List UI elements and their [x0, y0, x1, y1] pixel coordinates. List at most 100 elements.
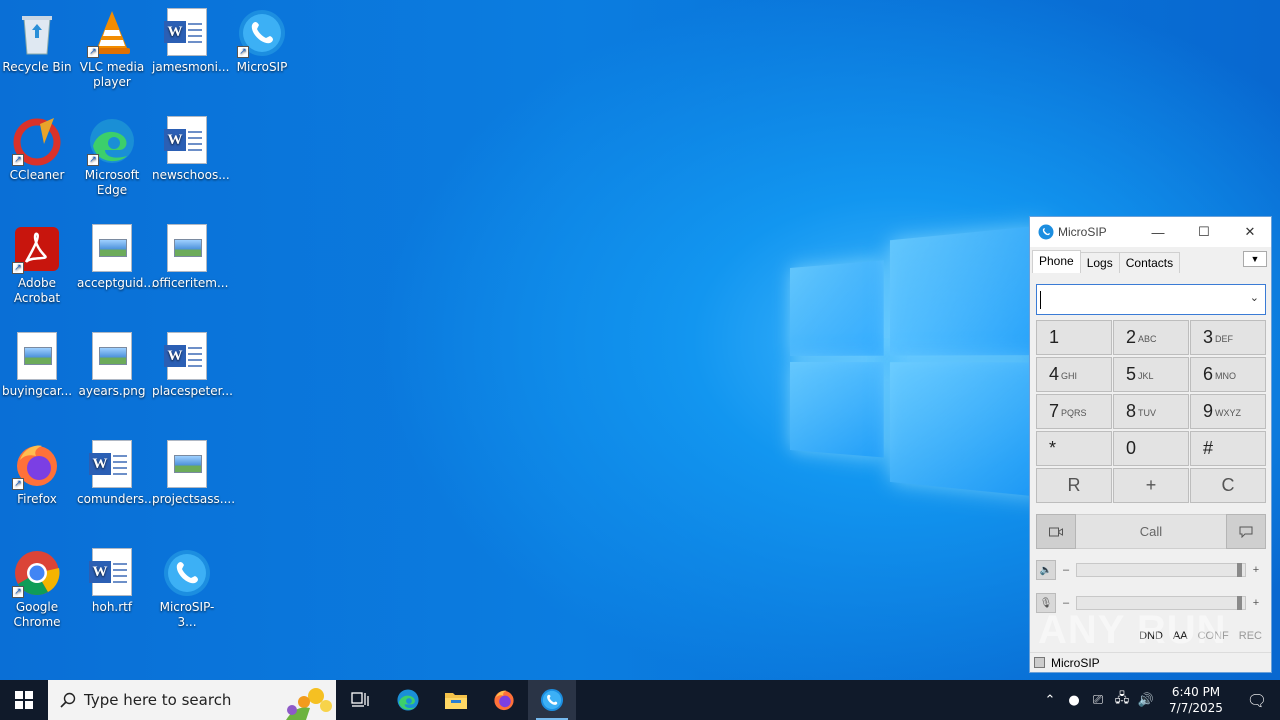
- taskbar-microsip[interactable]: [528, 680, 576, 720]
- task-view-button[interactable]: [336, 680, 384, 720]
- message-button[interactable]: [1226, 514, 1266, 549]
- desktop-icon-buyingcar[interactable]: buyingcar...: [0, 328, 74, 432]
- dial-number-input[interactable]: ⌄: [1036, 284, 1266, 315]
- icon-label: Microsoft Edge: [84, 168, 140, 197]
- clock[interactable]: 6:40 PM 7/7/2025: [1158, 684, 1234, 716]
- key-letters: DEF: [1215, 334, 1234, 344]
- desktop-icon-ayears[interactable]: ayears.png: [75, 328, 149, 432]
- conference-toggle[interactable]: CONF: [1193, 630, 1234, 642]
- video-call-button[interactable]: [1036, 514, 1076, 549]
- tab-phone[interactable]: Phone: [1032, 250, 1081, 273]
- desktop-icon-projectsass[interactable]: projectsass....: [150, 436, 236, 540]
- status-text: MicroSIP: [1051, 655, 1100, 670]
- volume-icon[interactable]: 🔊: [1134, 693, 1158, 708]
- desktop-icon-officeritem[interactable]: officeritem...: [150, 220, 228, 324]
- key-0[interactable]: 0: [1113, 431, 1189, 466]
- edge-icon: ↗: [87, 116, 137, 166]
- key-letters: MNO: [1215, 371, 1237, 381]
- desktop-icon-placespeter[interactable]: W placespeter...: [150, 328, 233, 432]
- key-4[interactable]: 4 GHI: [1036, 357, 1112, 392]
- clear-button[interactable]: C: [1190, 468, 1266, 503]
- start-button[interactable]: [0, 680, 48, 720]
- key-hash[interactable]: #: [1190, 431, 1266, 466]
- key-label: R: [1067, 475, 1081, 495]
- key-8[interactable]: 8 TUV: [1113, 394, 1189, 429]
- slider-thumb[interactable]: [1236, 563, 1242, 577]
- desktop-icon-comunders[interactable]: W comunders...: [75, 436, 155, 540]
- desktop-icon-adobe-acrobat[interactable]: ↗ Adobe Acrobat: [0, 220, 74, 324]
- volume-increase[interactable]: +: [1246, 564, 1266, 576]
- network-icon[interactable]: 🖧: [1110, 689, 1134, 711]
- speaker-icon: 🔈: [1039, 564, 1053, 576]
- taskbar-file-explorer[interactable]: [432, 680, 480, 720]
- title-bar[interactable]: MicroSIP — ☐ ✕: [1030, 217, 1271, 247]
- icon-label: newschoos...: [152, 168, 230, 182]
- icon-label: placespeter...: [152, 384, 233, 398]
- microsip-icon: [540, 688, 564, 712]
- key-3[interactable]: 3 DEF: [1190, 320, 1266, 355]
- dnd-toggle[interactable]: DND: [1134, 630, 1168, 642]
- desktop-icon-vlc[interactable]: ↗ VLC media player: [75, 4, 149, 108]
- key-9[interactable]: 9 WXYZ: [1190, 394, 1266, 429]
- show-hidden-icons-chevron-up-icon[interactable]: ⌃: [1038, 693, 1062, 708]
- icon-label: projectsass....: [152, 492, 236, 506]
- desktop-icon-microsip-installer[interactable]: MicroSIP-3...: [150, 544, 224, 648]
- minimize-button[interactable]: —: [1135, 217, 1181, 247]
- key-1[interactable]: 1: [1036, 320, 1112, 355]
- key-letters: TUV: [1138, 408, 1157, 418]
- mic-decrease[interactable]: –: [1056, 597, 1076, 609]
- desktop-icon-microsip[interactable]: ↗ MicroSIP: [225, 4, 299, 108]
- key-6[interactable]: 6 MNO: [1190, 357, 1266, 392]
- windows-wallpaper-logo: [790, 212, 1051, 507]
- slider-thumb[interactable]: [1236, 596, 1242, 610]
- mic-increase[interactable]: +: [1246, 597, 1266, 609]
- desktop-icon-recycle-bin[interactable]: Recycle Bin: [0, 4, 74, 108]
- record-toggle[interactable]: REC: [1234, 630, 1267, 642]
- icon-label: jamesmoni...: [152, 60, 230, 74]
- close-button[interactable]: ✕: [1227, 217, 1273, 247]
- desktop-icon-hoh[interactable]: W hoh.rtf: [75, 544, 149, 648]
- chevron-down-icon[interactable]: ⌄: [1250, 291, 1259, 304]
- microphone-mute-button[interactable]: 🎙: [1036, 593, 1056, 613]
- call-button[interactable]: Call: [1076, 514, 1226, 549]
- key-digit: #: [1203, 438, 1214, 458]
- tray-app-icon[interactable]: ●: [1062, 693, 1086, 708]
- desktop-icon-ccleaner[interactable]: ↗ CCleaner: [0, 112, 74, 216]
- key-5[interactable]: 5 JKL: [1113, 357, 1189, 392]
- plus-key[interactable]: +: [1113, 468, 1189, 503]
- taskbar-firefox[interactable]: [480, 680, 528, 720]
- taskbar-edge[interactable]: [384, 680, 432, 720]
- chat-bubble-icon: [1239, 526, 1253, 538]
- key-star[interactable]: *: [1036, 431, 1112, 466]
- taskbar-search-box[interactable]: Type here to search: [48, 680, 336, 720]
- key-digit: 1: [1049, 327, 1060, 347]
- key-digit: 3: [1203, 327, 1214, 347]
- desktop-icon-google-chrome[interactable]: ↗ Google Chrome: [0, 544, 74, 648]
- desktop-icon-microsoft-edge[interactable]: ↗ Microsoft Edge: [75, 112, 149, 216]
- microphone-volume-slider[interactable]: [1076, 596, 1246, 610]
- speaker-volume-slider[interactable]: [1076, 563, 1246, 577]
- usb-device-icon[interactable]: ⎚: [1086, 693, 1110, 708]
- key-digit: 8: [1126, 401, 1137, 421]
- redial-button[interactable]: R: [1036, 468, 1112, 503]
- desktop-icon-firefox[interactable]: ↗ Firefox: [0, 436, 74, 540]
- desktop-icon-jamesmoni[interactable]: W jamesmoni...: [150, 4, 230, 108]
- auto-answer-toggle[interactable]: AA: [1168, 630, 1193, 642]
- tab-logs[interactable]: Logs: [1079, 252, 1120, 273]
- maximize-button[interactable]: ☐: [1181, 217, 1227, 247]
- key-2[interactable]: 2 ABC: [1113, 320, 1189, 355]
- key-digit: 0: [1126, 438, 1137, 458]
- key-letters: GHI: [1061, 371, 1078, 381]
- tab-contacts[interactable]: Contacts: [1118, 252, 1181, 273]
- key-7[interactable]: 7 PQRS: [1036, 394, 1112, 429]
- menu-dropdown-button[interactable]: ▼: [1243, 251, 1267, 267]
- desktop-icon-newschoos[interactable]: W newschoos...: [150, 112, 230, 216]
- microsip-icon: [162, 548, 212, 598]
- speaker-mute-button[interactable]: 🔈: [1036, 560, 1056, 580]
- icon-label: hoh.rtf: [91, 600, 133, 614]
- icon-label: CCleaner: [9, 168, 65, 182]
- notification-icon[interactable]: 🗨: [1234, 691, 1280, 710]
- volume-decrease[interactable]: –: [1056, 564, 1076, 576]
- desktop-icon-acceptguid[interactable]: acceptguid...: [75, 220, 155, 324]
- icon-label: Adobe Acrobat: [13, 276, 61, 305]
